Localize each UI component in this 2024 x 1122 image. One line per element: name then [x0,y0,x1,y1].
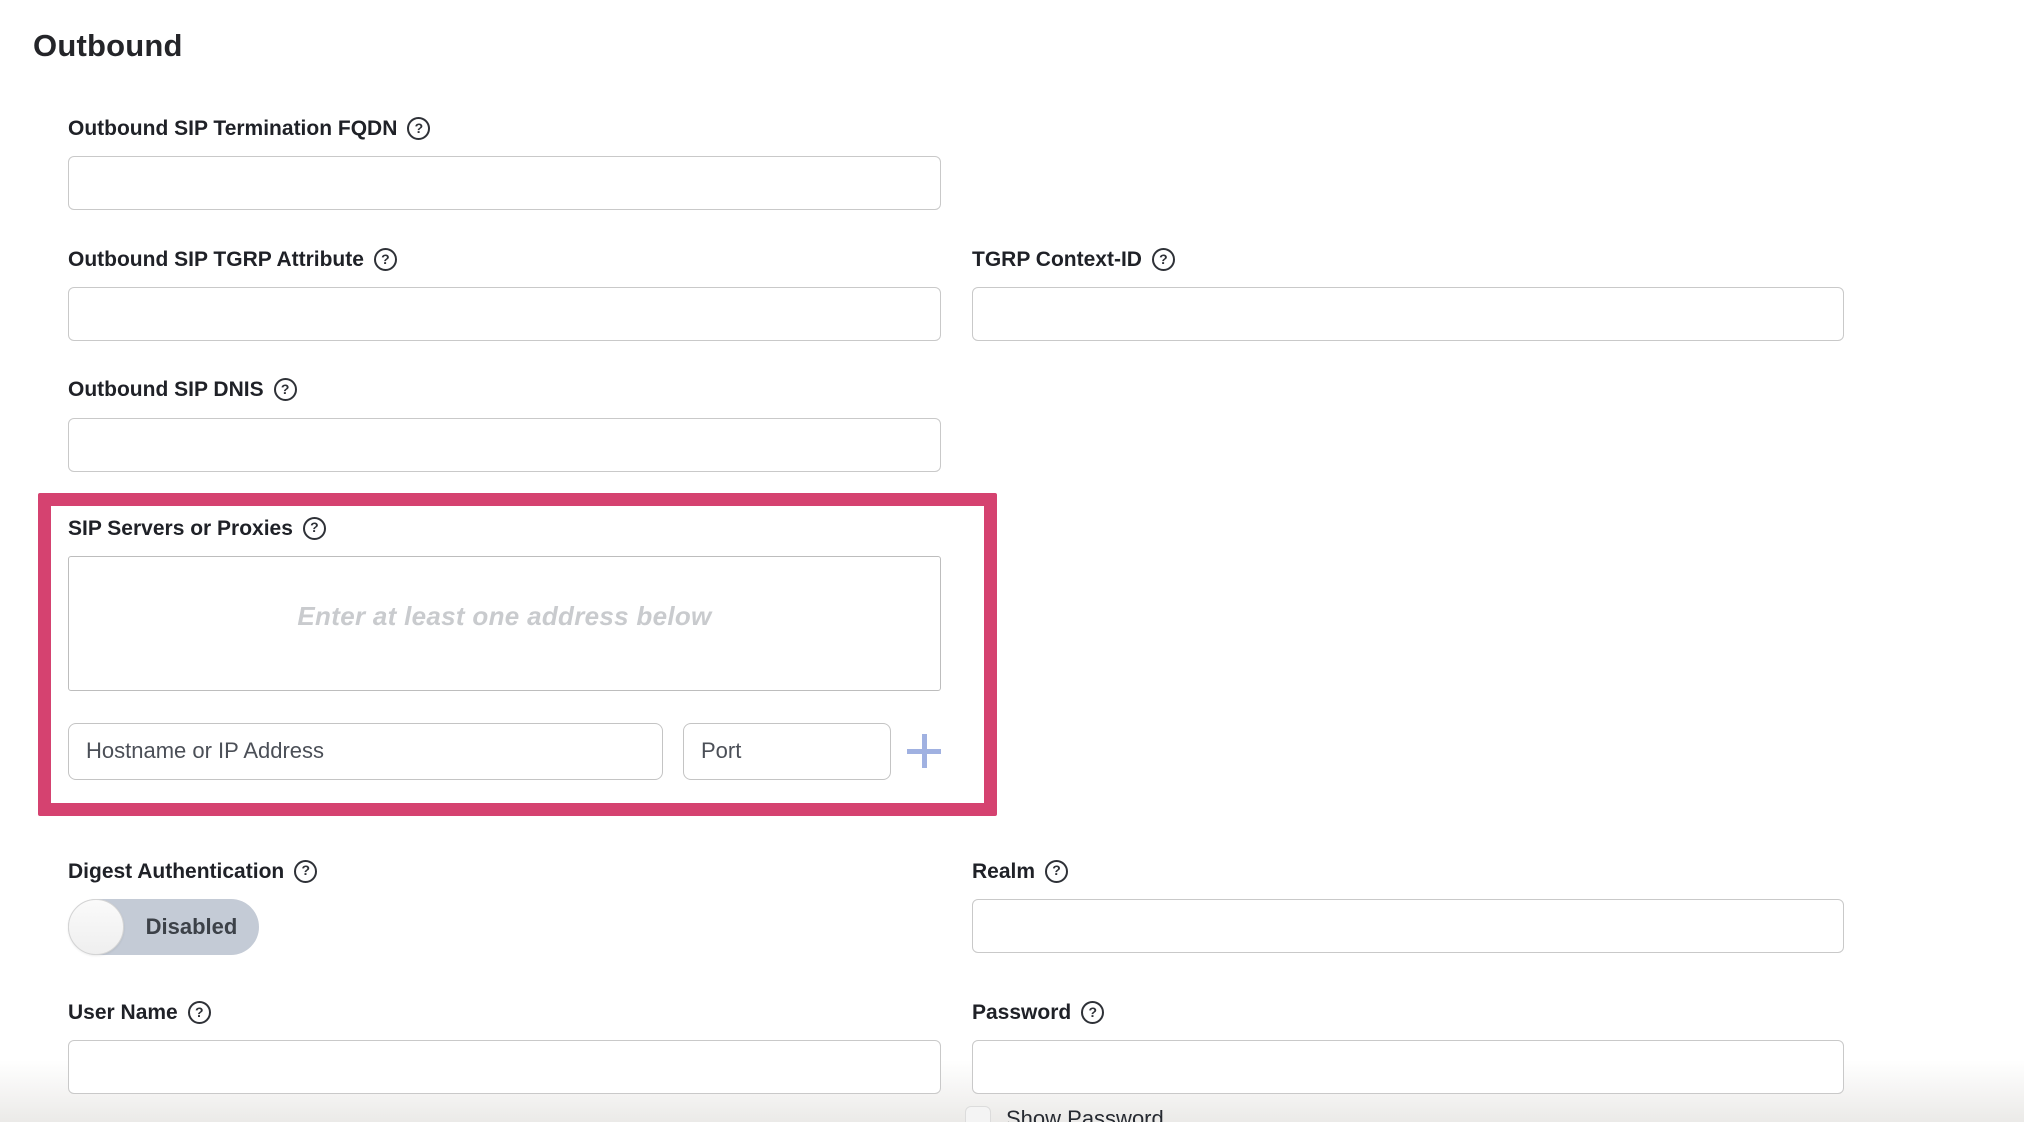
realm-label-row: Realm ? [972,859,1844,884]
tgrp-context-id-label: TGRP Context-ID [972,247,1142,272]
realm-help-icon[interactable]: ? [1045,860,1068,883]
digest-authentication-state-label: Disabled [124,899,259,955]
digest-realm-row: Digest Authentication ? Disabled Realm ? [68,859,2024,955]
realm-label: Realm [972,859,1035,884]
dnis-input[interactable] [68,418,941,472]
add-address-button plus-icon[interactable] [907,734,941,768]
password-help-icon[interactable]: ? [1081,1001,1104,1024]
sip-servers-help-icon[interactable]: ? [303,517,326,540]
fqdn-input[interactable] [68,156,941,210]
page-title: Outbound [33,28,2024,64]
tgrp-context-id-input[interactable] [972,287,1844,341]
sip-servers-label-row: SIP Servers or Proxies ? [68,516,941,541]
realm-input[interactable] [972,899,1844,953]
user-name-help-icon[interactable]: ? [188,1001,211,1024]
digest-authentication-help-icon[interactable]: ? [294,860,317,883]
sip-servers-row: SIP Servers or Proxies ? Enter at least … [68,493,2024,816]
port-input[interactable] [683,723,891,780]
sip-servers-label: SIP Servers or Proxies [68,516,293,541]
tgrp-context-id-label-row: TGRP Context-ID ? [972,247,1844,272]
toggle-knob [68,899,124,955]
password-label: Password [972,1000,1071,1025]
password-input[interactable] [972,1040,1844,1094]
digest-authentication-label-row: Digest Authentication ? [68,859,941,884]
tgrp-context-id-help-icon[interactable]: ? [1152,248,1175,271]
fqdn-help-icon[interactable]: ? [407,117,430,140]
tgrp-attribute-label: Outbound SIP TGRP Attribute [68,247,364,272]
dnis-row: Outbound SIP DNIS ? [68,377,2024,471]
sip-servers-empty-placeholder: Enter at least one address below [297,601,711,632]
show-password-checkbox[interactable] [965,1106,991,1122]
sip-servers-add-row [68,723,941,780]
outbound-settings-page: Outbound Outbound SIP Termination FQDN ?… [0,0,2024,1122]
hostname-input[interactable] [68,723,663,780]
user-name-label: User Name [68,1000,178,1025]
user-name-label-row: User Name ? [68,1000,941,1025]
user-name-input[interactable] [68,1040,941,1094]
dnis-label-row: Outbound SIP DNIS ? [68,377,941,402]
fqdn-row: Outbound SIP Termination FQDN ? [68,116,2024,210]
tgrp-attribute-label-row: Outbound SIP TGRP Attribute ? [68,247,941,272]
tgrp-attribute-input[interactable] [68,287,941,341]
digest-authentication-toggle[interactable]: Disabled [68,899,259,955]
show-password-row: Show Password [965,1106,1844,1122]
sip-servers-address-list[interactable]: Enter at least one address below [68,556,941,691]
fqdn-label: Outbound SIP Termination FQDN [68,116,397,141]
tgrp-attribute-help-icon[interactable]: ? [374,248,397,271]
dnis-label: Outbound SIP DNIS [68,377,264,402]
fqdn-label-row: Outbound SIP Termination FQDN ? [68,116,941,141]
sip-servers-highlight-box: SIP Servers or Proxies ? Enter at least … [38,493,997,816]
digest-authentication-label: Digest Authentication [68,859,284,884]
dnis-help-icon[interactable]: ? [274,378,297,401]
tgrp-row: Outbound SIP TGRP Attribute ? TGRP Conte… [68,247,2024,341]
password-label-row: Password ? [972,1000,1844,1025]
show-password-label: Show Password [1006,1106,1164,1122]
username-password-row: User Name ? Password ? Show Password [68,1000,2024,1122]
